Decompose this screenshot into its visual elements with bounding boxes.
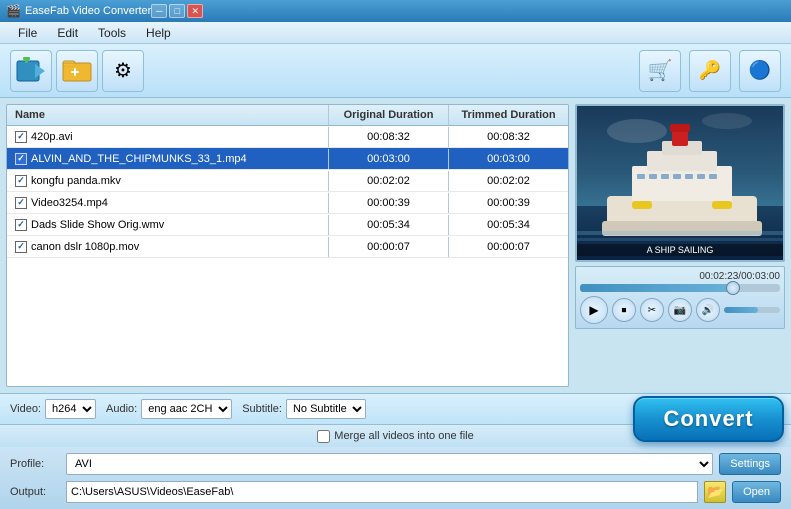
maximize-button[interactable]: □ <box>169 4 185 18</box>
menubar: File Edit Tools Help <box>0 22 791 44</box>
table-row[interactable]: 420p.avi 00:08:32 00:08:32 <box>7 126 568 148</box>
toolbar-left: ⚙ <box>10 50 144 92</box>
output-path-input[interactable] <box>66 481 698 503</box>
key-button[interactable]: 🔑 <box>689 50 731 92</box>
toolbar-right: 🛒 🔑 🔵 <box>639 50 781 92</box>
audio-option-label: Audio: <box>106 403 137 415</box>
file-trimmed-duration: 00:02:02 <box>448 171 568 191</box>
bottom-wrapper: Video: h264 Audio: eng aac 2CH Subtitle:… <box>0 393 791 509</box>
file-original-duration: 00:03:00 <box>328 149 448 169</box>
app-title: EaseFab Video Converter <box>25 5 151 17</box>
toolbar: ⚙ 🛒 🔑 🔵 <box>0 44 791 98</box>
video-overlay-text: A SHIP SAILING <box>577 244 783 256</box>
file-trimmed-duration: 00:05:34 <box>448 215 568 235</box>
file-checkbox[interactable] <box>15 219 27 231</box>
app-icon: 🎬 <box>6 4 21 18</box>
progress-thumb[interactable] <box>726 281 740 295</box>
file-original-duration: 00:05:34 <box>328 215 448 235</box>
table-row[interactable]: Video3254.mp4 00:00:39 00:00:39 <box>7 192 568 214</box>
convert-button[interactable]: Convert <box>633 396 783 442</box>
add-video-button[interactable] <box>10 50 52 92</box>
window-controls: ─ □ ✕ <box>151 4 203 18</box>
file-checkbox[interactable] <box>15 153 27 165</box>
table-row[interactable]: ALVIN_AND_THE_CHIPMUNKS_33_1.mp4 00:03:0… <box>7 148 568 170</box>
video-preview-bg: A SHIP SAILING <box>577 106 783 260</box>
profile-row: Profile: AVI Settings <box>10 452 781 476</box>
subtitle-option-label: Subtitle: <box>242 403 282 415</box>
table-row[interactable]: Dads Slide Show Orig.wmv 00:05:34 00:05:… <box>7 214 568 236</box>
video-option-group: Video: h264 <box>10 399 96 419</box>
file-list-panel: Name Original Duration Trimmed Duration … <box>6 104 569 387</box>
file-name: Dads Slide Show Orig.wmv <box>31 219 164 231</box>
profile-label: Profile: <box>10 458 60 470</box>
subtitle-select[interactable]: No Subtitle <box>286 399 366 419</box>
output-row: Output: 📂 Open <box>10 480 781 504</box>
audio-option-group: Audio: eng aac 2CH <box>106 399 232 419</box>
volume-slider[interactable] <box>724 307 780 313</box>
col-name-header: Name <box>7 105 328 125</box>
merge-checkbox[interactable] <box>317 430 330 443</box>
shop-button[interactable]: 🛒 <box>639 50 681 92</box>
open-folder-button[interactable]: Open <box>732 481 781 503</box>
add-folder-button[interactable] <box>56 50 98 92</box>
volume-fill <box>724 307 758 313</box>
file-trimmed-duration: 00:03:00 <box>448 149 568 169</box>
titlebar: 🎬 EaseFab Video Converter ─ □ ✕ <box>0 0 791 22</box>
file-name: ALVIN_AND_THE_CHIPMUNKS_33_1.mp4 <box>31 153 247 165</box>
file-name: Video3254.mp4 <box>31 197 108 209</box>
convert-area: Convert <box>636 389 781 449</box>
trim-button[interactable]: ✂ <box>640 298 664 322</box>
file-trimmed-duration: 00:00:39 <box>448 193 568 213</box>
file-trimmed-duration: 00:08:32 <box>448 127 568 147</box>
subtitle-option-group: Subtitle: No Subtitle <box>242 399 366 419</box>
browse-folder-button[interactable]: 📂 <box>704 481 726 503</box>
file-name: 420p.avi <box>31 131 73 143</box>
menu-tools[interactable]: Tools <box>88 24 136 42</box>
progress-bar[interactable] <box>580 284 780 292</box>
close-button[interactable]: ✕ <box>187 4 203 18</box>
preview-controls: 00:02:23/00:03:00 ▶ ⏹ ✂ 📷 🔊 <box>575 266 785 329</box>
play-button[interactable]: ▶ <box>580 296 608 324</box>
menu-edit[interactable]: Edit <box>47 24 88 42</box>
file-trimmed-duration: 00:00:07 <box>448 237 568 257</box>
file-name: canon dslr 1080p.mov <box>31 241 139 253</box>
video-option-label: Video: <box>10 403 41 415</box>
col-orig-header: Original Duration <box>328 105 448 125</box>
profile-settings-button[interactable]: Settings <box>719 453 781 475</box>
merge-label[interactable]: Merge all videos into one file <box>317 430 473 443</box>
help-button[interactable]: 🔵 <box>739 50 781 92</box>
table-row[interactable]: kongfu panda.mkv 00:02:02 00:02:02 <box>7 170 568 192</box>
file-original-duration: 00:00:07 <box>328 237 448 257</box>
file-original-duration: 00:02:02 <box>328 171 448 191</box>
table-row[interactable]: canon dslr 1080p.mov 00:00:07 00:00:07 <box>7 236 568 258</box>
file-checkbox[interactable] <box>15 131 27 143</box>
capture-button[interactable]: 📷 <box>668 298 692 322</box>
preview-panel: A SHIP SAILING 00:02:23/00:03:00 ▶ ⏹ ✂ 📷… <box>575 104 785 387</box>
menu-help[interactable]: Help <box>136 24 181 42</box>
output-label: Output: <box>10 486 60 498</box>
profile-select[interactable]: AVI <box>66 453 713 475</box>
minimize-button[interactable]: ─ <box>151 4 167 18</box>
col-trim-header: Trimmed Duration <box>448 105 568 125</box>
volume-button[interactable]: 🔊 <box>696 298 720 322</box>
video-preview: A SHIP SAILING <box>575 104 785 262</box>
file-checkbox[interactable] <box>15 241 27 253</box>
file-list-body: 420p.avi 00:08:32 00:08:32 ALVIN_AND_THE… <box>7 126 568 386</box>
main-content: Name Original Duration Trimmed Duration … <box>0 98 791 393</box>
file-original-duration: 00:08:32 <box>328 127 448 147</box>
settings-button[interactable]: ⚙ <box>102 50 144 92</box>
menu-file[interactable]: File <box>8 24 47 42</box>
file-name: kongfu panda.mkv <box>31 175 121 187</box>
video-select[interactable]: h264 <box>45 399 96 419</box>
time-display: 00:02:23/00:03:00 <box>580 271 780 282</box>
file-checkbox[interactable] <box>15 197 27 209</box>
profile-output-bar: Profile: AVI Settings Output: 📂 Open <box>0 447 791 509</box>
playback-controls: ▶ ⏹ ✂ 📷 🔊 <box>580 296 780 324</box>
progress-fill <box>580 284 730 292</box>
file-checkbox[interactable] <box>15 175 27 187</box>
file-list-header: Name Original Duration Trimmed Duration <box>7 105 568 126</box>
audio-select[interactable]: eng aac 2CH <box>141 399 232 419</box>
stop-button[interactable]: ⏹ <box>612 298 636 322</box>
file-original-duration: 00:00:39 <box>328 193 448 213</box>
